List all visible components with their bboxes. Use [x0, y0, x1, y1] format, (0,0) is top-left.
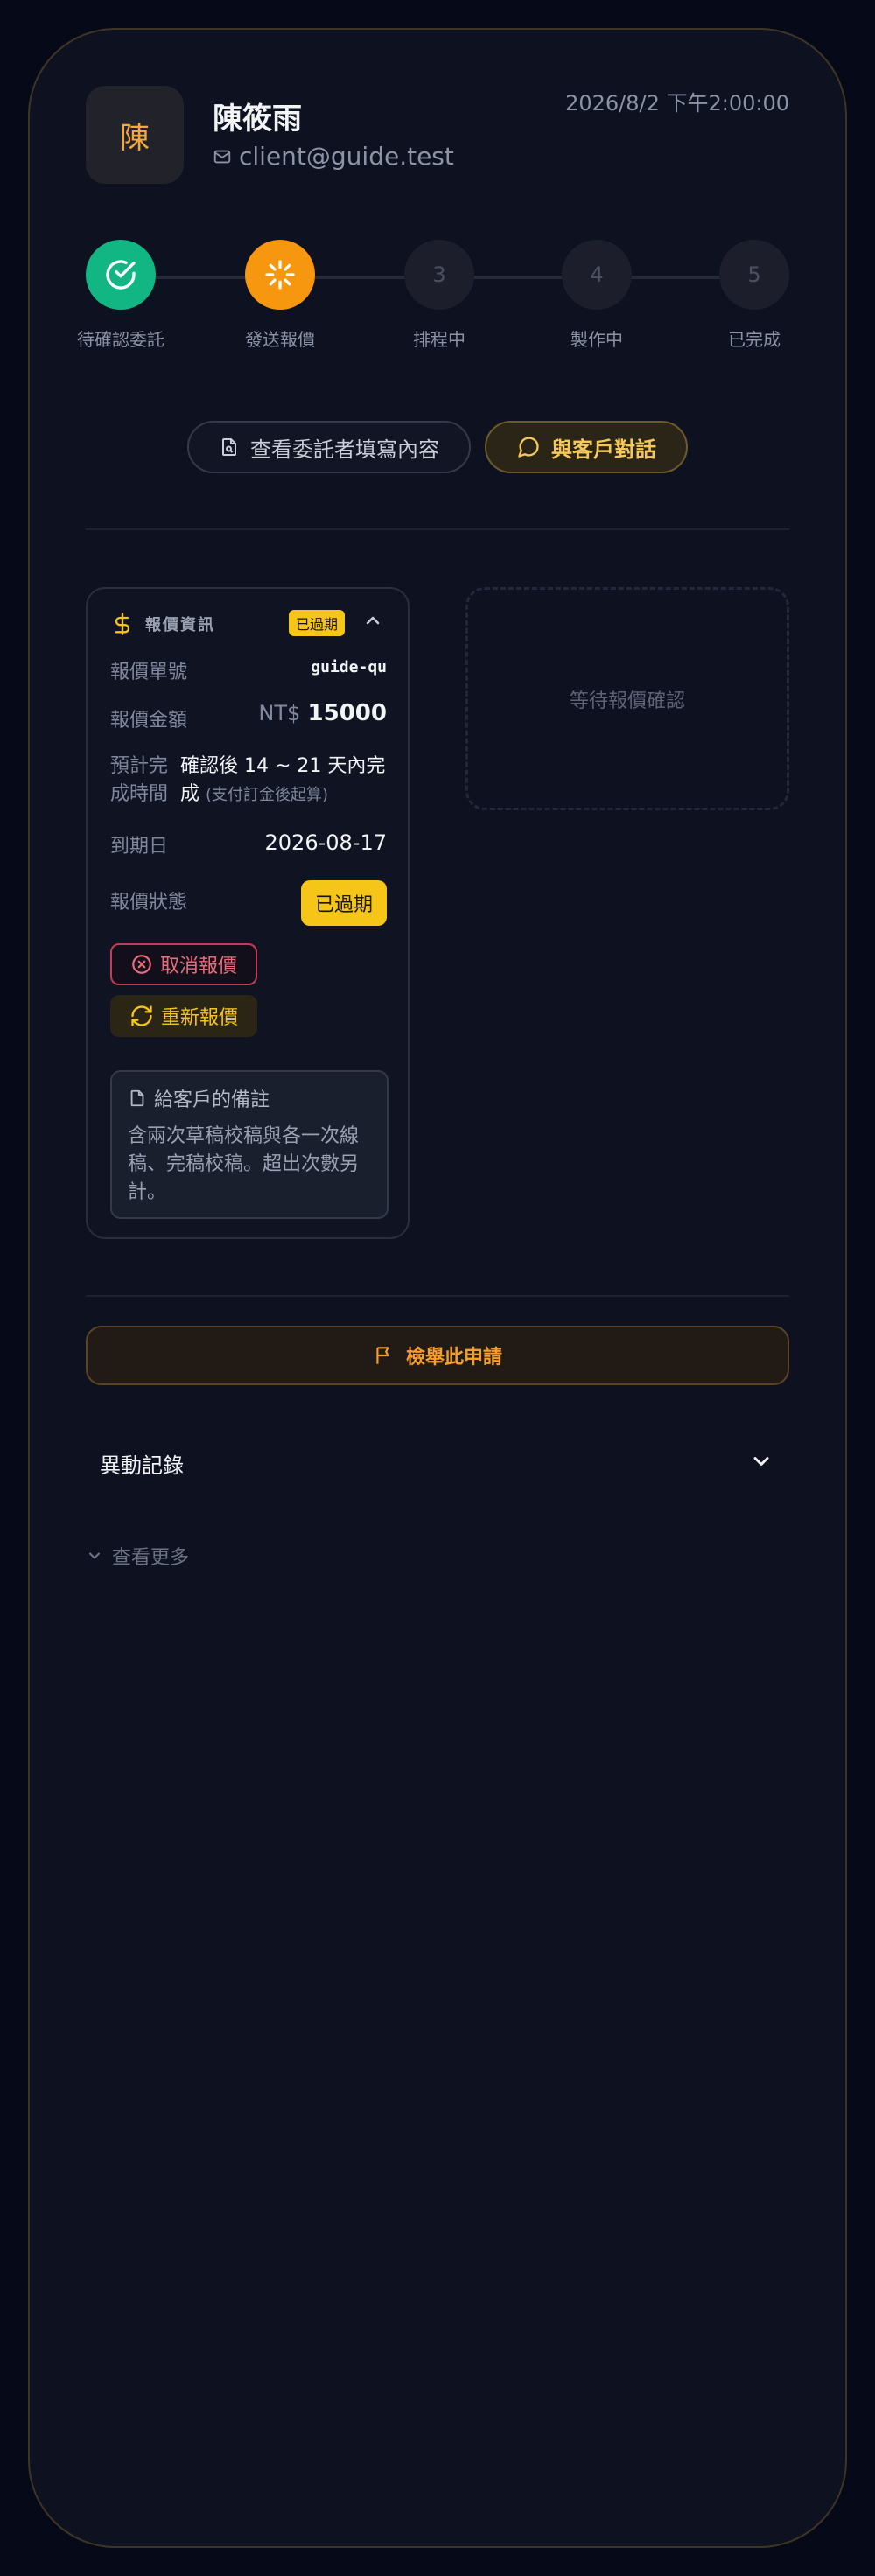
loader-icon	[265, 260, 295, 290]
step-4-circle: 4	[562, 240, 632, 310]
note-title: 給客戶的備註	[154, 1089, 270, 1111]
currency: NT$	[258, 701, 301, 725]
quote-panel: 報價資訊 已過期 報價單號 guide-qu 報價金額 NT$ 15000 預計…	[86, 587, 410, 1239]
quote-id-label: 報價單號	[110, 662, 188, 683]
client-email-text: client@guide.test	[239, 142, 454, 171]
quote-status-label: 報價狀態	[110, 892, 188, 914]
waiting-text: 等待報價確認	[569, 690, 685, 712]
see-more-link[interactable]: 查看更多	[86, 1542, 189, 1570]
check-circle-icon	[106, 260, 136, 290]
requote-button[interactable]: 重新報價	[110, 995, 257, 1037]
client-note: 給客戶的備註 含兩次草稿校稿與各一次線稿、完稿校稿。超出次數另計。	[110, 1070, 388, 1219]
avatar-initial: 陳	[120, 120, 150, 156]
step-4-label: 製作中	[570, 329, 623, 350]
view-form-label: 查看委託者填寫內容	[250, 437, 439, 462]
dollar-icon	[115, 612, 130, 635]
divider	[86, 528, 789, 530]
step-5-circle: 5	[719, 240, 789, 310]
quote-panel-header: 報價資訊	[110, 610, 215, 638]
step-2: 發送報價	[219, 240, 341, 351]
refresh-icon	[131, 1005, 152, 1026]
note-text: 含兩次草稿校稿與各一次線稿、完稿校稿。超出次數另計。	[128, 1125, 360, 1203]
step-5: 5 已完成	[693, 240, 816, 351]
report-label: 檢舉此申請	[405, 1347, 502, 1368]
quote-panel-title: 報價資訊	[145, 616, 215, 634]
step-1: 待確認委託	[60, 240, 182, 351]
step-4: 4 製作中	[536, 240, 658, 351]
chat-with-client-button[interactable]: 與客戶對話	[485, 421, 688, 473]
status-badge: 已過期	[300, 880, 387, 926]
timestamp: 2026/8/2 下午2:00:00	[565, 91, 789, 116]
step-3: 3 排程中	[378, 240, 500, 351]
chevron-up-icon	[366, 616, 380, 625]
quote-amount-value: NT$ 15000	[258, 700, 387, 726]
eta-label: 預計完成時間	[110, 755, 169, 805]
quote-amount-label: 報價金額	[110, 710, 188, 732]
change-log-title[interactable]: 異動記錄	[100, 1448, 184, 1479]
quote-expired-badge: 已過期	[289, 610, 346, 636]
cancel-quote-button[interactable]: 取消報價	[110, 943, 257, 985]
client-name: 陳筱雨	[213, 102, 302, 136]
due-date-value: 2026-08-17	[264, 830, 387, 855]
client-email: client@guide.test	[213, 142, 454, 171]
step-3-circle: 3	[404, 240, 474, 310]
step-2-circle	[245, 240, 315, 310]
change-log-toggle[interactable]	[749, 1449, 774, 1477]
chat-bubble-icon	[518, 437, 539, 458]
step-5-label: 已完成	[728, 329, 780, 350]
step-2-label: 發送報價	[245, 329, 315, 350]
requote-label: 重新報價	[160, 1007, 238, 1029]
file-icon	[130, 1089, 144, 1107]
chevron-down-icon	[753, 1457, 769, 1466]
step-3-label: 排程中	[413, 329, 466, 350]
step-1-circle	[86, 240, 156, 310]
chat-label: 與客戶對話	[551, 437, 656, 462]
request-card	[28, 28, 847, 2548]
view-form-button[interactable]: 查看委託者填寫內容	[187, 421, 471, 473]
collapse-button[interactable]	[362, 610, 383, 634]
note-header: 給客戶的備註	[128, 1084, 371, 1112]
quote-id-value: guide-qu	[311, 658, 387, 676]
chevron-down-icon	[88, 1552, 101, 1559]
waiting-placeholder: 等待報價確認	[466, 587, 789, 810]
amount-number: 15000	[307, 700, 387, 726]
mail-icon	[214, 150, 231, 163]
step-1-label: 待確認委託	[77, 329, 164, 350]
cancel-quote-label: 取消報價	[159, 956, 237, 977]
see-more-label: 查看更多	[112, 1547, 190, 1569]
divider	[86, 1295, 789, 1297]
eta-note: (支付訂金後起算)	[206, 786, 329, 804]
file-search-icon	[222, 438, 236, 456]
avatar: 陳	[86, 86, 184, 184]
flag-icon	[376, 1347, 389, 1364]
x-circle-icon	[132, 955, 151, 974]
report-button[interactable]: 檢舉此申請	[86, 1326, 789, 1385]
due-date-label: 到期日	[110, 836, 169, 858]
eta-value: 確認後 14 ~ 21 天內完成 (支付訂金後起算)	[180, 752, 390, 809]
